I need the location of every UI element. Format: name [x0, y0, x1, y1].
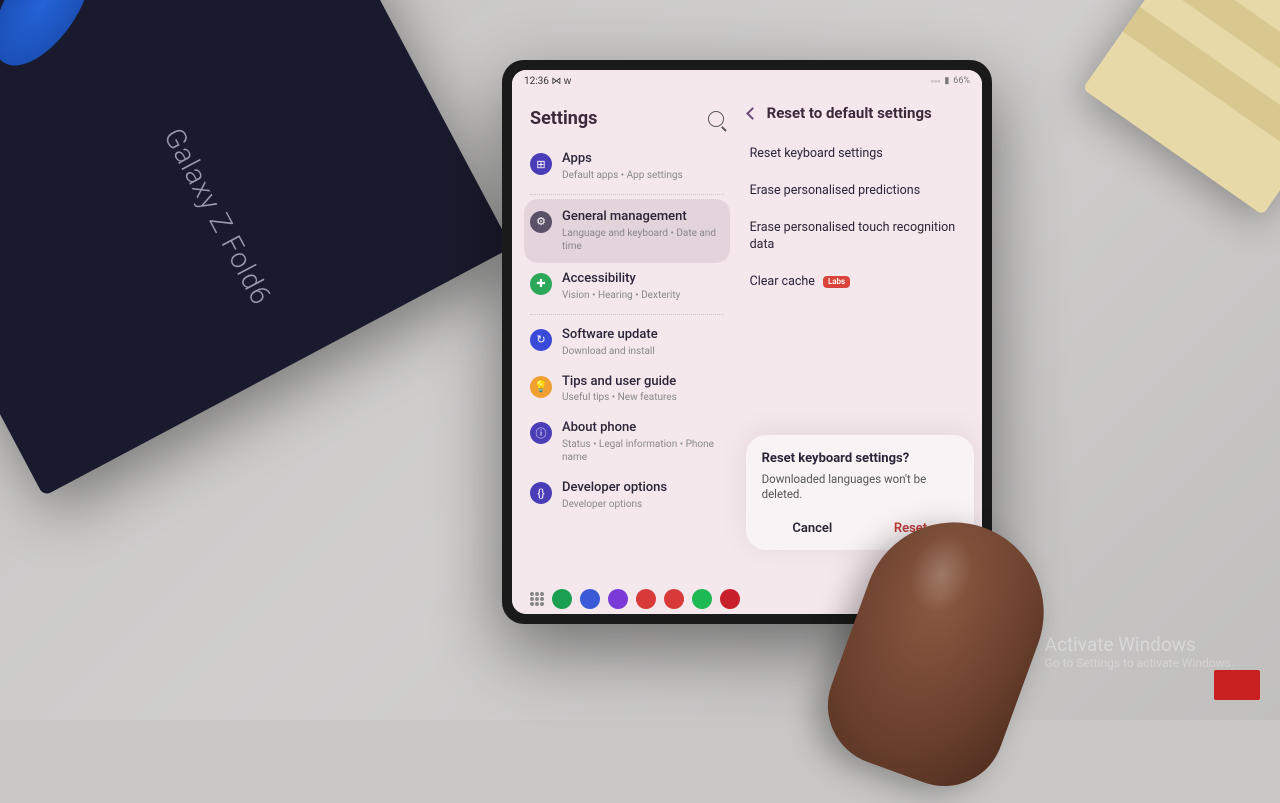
option-label: Erase personalised touch recognition dat… [750, 220, 966, 254]
detail-header: Reset to default settings [744, 102, 972, 136]
dock-spotify-icon[interactable] [692, 589, 712, 609]
dock-app-icon[interactable] [636, 589, 656, 609]
dock-messages-icon[interactable] [580, 589, 600, 609]
settings-header: Settings [524, 102, 730, 143]
settings-item-apps[interactable]: ⊞ Apps Default apps • App settings [524, 143, 730, 190]
split-content: Settings ⊞ Apps Default apps • App setti… [512, 92, 982, 584]
item-title: About phone [562, 420, 724, 437]
option-label: Reset keyboard settings [750, 146, 883, 163]
item-sub: Status • Legal information • Phone name [562, 438, 724, 464]
labs-badge: Labs [823, 276, 850, 289]
dock-youtube-icon[interactable] [664, 589, 684, 609]
item-title: Tips and user guide [562, 374, 724, 391]
status-right: ◦◦◦ ▮ 66% [931, 76, 970, 87]
tips-icon: 💡 [530, 376, 552, 398]
settings-item-tips[interactable]: 💡 Tips and user guide Useful tips • New … [524, 366, 730, 413]
item-sub: Download and install [562, 345, 724, 358]
settings-item-about-phone[interactable]: ⓘ About phone Status • Legal information… [524, 412, 730, 472]
dialog-body: Downloaded languages won't be deleted. [762, 472, 958, 503]
item-title: General management [562, 209, 724, 226]
dock-phone-icon[interactable] [552, 589, 572, 609]
developer-icon: {} [530, 482, 552, 504]
battery-text: 66% [953, 76, 970, 86]
software-update-icon: ↻ [530, 329, 552, 351]
settings-item-software-update[interactable]: ↻ Software update Download and install [524, 319, 730, 366]
search-icon[interactable] [708, 111, 724, 127]
option-label: Erase personalised predictions [750, 183, 921, 200]
status-time: 12:36 [524, 76, 549, 87]
option-reset-keyboard[interactable]: Reset keyboard settings [744, 136, 972, 173]
apps-icon: ⊞ [530, 153, 552, 175]
item-sub: Vision • Hearing • Dexterity [562, 289, 724, 302]
back-icon[interactable] [746, 107, 759, 120]
about-phone-icon: ⓘ [530, 422, 552, 444]
status-time-area: 12:36 ⋈ ᴡ [524, 76, 571, 87]
settings-title: Settings [530, 108, 597, 129]
settings-item-general-management[interactable]: ⚙ General management Language and keyboa… [524, 199, 730, 263]
detail-title: Reset to default settings [767, 104, 932, 122]
item-title: Accessibility [562, 271, 724, 288]
settings-item-accessibility[interactable]: ✚ Accessibility Vision • Hearing • Dexte… [524, 263, 730, 310]
option-erase-touch-recognition[interactable]: Erase personalised touch recognition dat… [744, 210, 972, 264]
cancel-button[interactable]: Cancel [778, 517, 846, 540]
wifi-icon: ◦◦◦ [931, 76, 941, 87]
dialog-title: Reset keyboard settings? [762, 451, 958, 466]
status-indicators: ⋈ ᴡ [551, 76, 571, 87]
detail-right-pane: Reset to default settings Reset keyboard… [738, 92, 982, 584]
item-title: Apps [562, 151, 724, 168]
item-sub: Useful tips • New features [562, 391, 724, 404]
item-sub: Developer options [562, 498, 724, 511]
option-label: Clear cache [750, 274, 815, 291]
status-bar: 12:36 ⋈ ᴡ ◦◦◦ ▮ 66% [512, 70, 982, 92]
settings-left-pane: Settings ⊞ Apps Default apps • App setti… [512, 92, 738, 584]
accessibility-icon: ✚ [530, 273, 552, 295]
item-sub: Language and keyboard • Date and time [562, 227, 724, 253]
settings-list: ⊞ Apps Default apps • App settings ⚙ Gen… [524, 143, 730, 584]
corner-badge [1214, 670, 1260, 700]
dock-browser-icon[interactable] [608, 589, 628, 609]
dock-acrobat-icon[interactable] [720, 589, 740, 609]
option-erase-predictions[interactable]: Erase personalised predictions [744, 173, 972, 210]
item-title: Software update [562, 327, 724, 344]
general-icon: ⚙ [530, 211, 552, 233]
signal-icon: ▮ [944, 76, 949, 86]
divider [530, 314, 724, 315]
option-clear-cache[interactable]: Clear cache Labs [744, 264, 972, 301]
settings-item-developer-options[interactable]: {} Developer options Developer options [524, 472, 730, 519]
divider [530, 194, 724, 195]
app-drawer-icon[interactable] [530, 592, 544, 606]
box-logo [0, 0, 111, 82]
item-sub: Default apps • App settings [562, 169, 724, 182]
item-title: Developer options [562, 480, 724, 497]
